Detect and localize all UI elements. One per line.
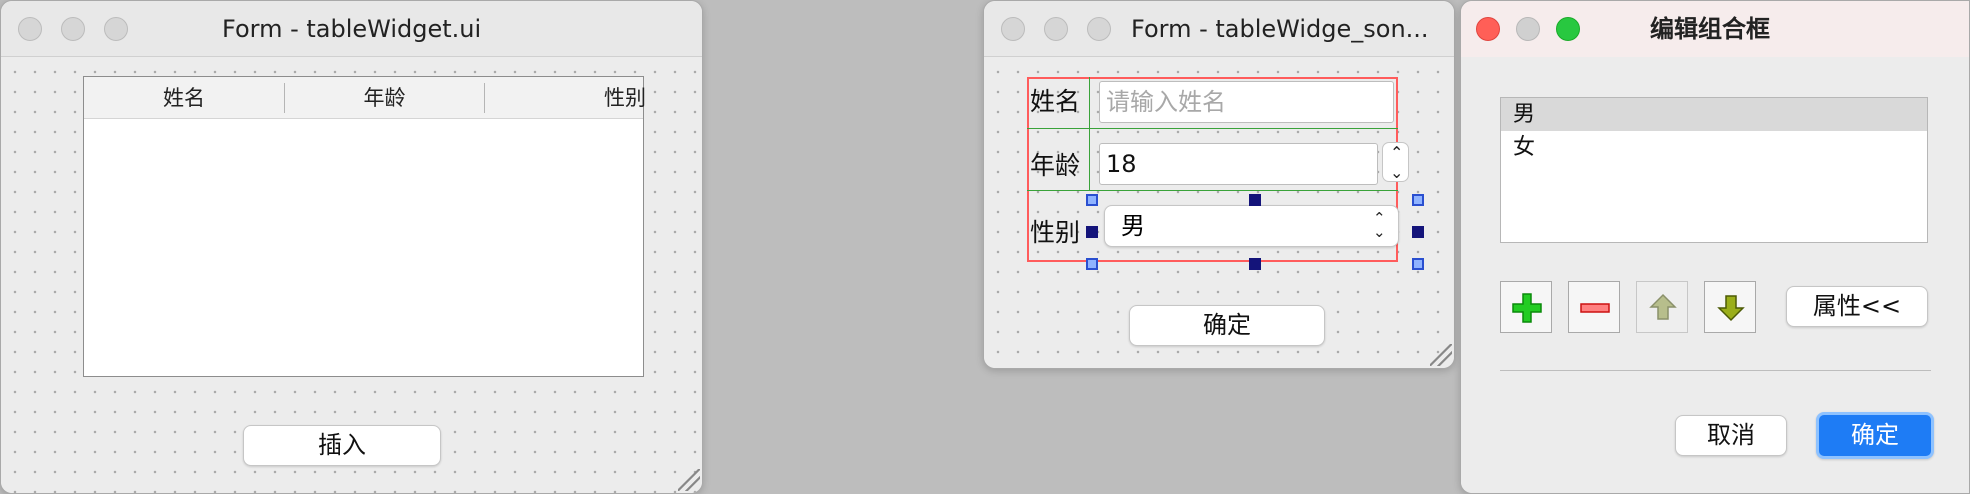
minimize-window-button[interactable]	[61, 17, 85, 41]
table-widget[interactable]: 姓名 年龄 性别	[83, 76, 646, 377]
zoom-window-button[interactable]	[1556, 17, 1580, 41]
close-window-button[interactable]	[1476, 17, 1500, 41]
title-bar[interactable]: Form - tableWidge_son...	[984, 1, 1454, 57]
ok-button[interactable]: 确定	[1129, 305, 1325, 346]
selection-handle[interactable]	[1086, 258, 1098, 270]
name-input[interactable]: 请输入姓名	[1099, 81, 1394, 123]
column-header-gender[interactable]: 性别	[604, 77, 664, 119]
insert-button[interactable]: 插入	[243, 425, 441, 466]
zoom-window-button[interactable]	[104, 17, 128, 41]
column-header-name[interactable]: 姓名	[84, 77, 284, 119]
chevron-up-icon[interactable]: ⌃	[1390, 145, 1403, 161]
name-label: 姓名	[1030, 87, 1081, 116]
column-divider[interactable]	[484, 83, 485, 113]
selection-handle[interactable]	[1086, 226, 1098, 238]
chevron-down-icon[interactable]: ⌄	[1390, 165, 1403, 181]
selection-handle[interactable]	[1412, 258, 1424, 270]
selection-handle[interactable]	[1086, 194, 1098, 206]
layout-grid-line	[1027, 128, 1398, 129]
move-up-button[interactable]	[1636, 281, 1688, 333]
move-down-button[interactable]	[1704, 281, 1756, 333]
resize-grip-icon[interactable]	[1430, 344, 1452, 366]
layout-grid-line	[1027, 190, 1398, 191]
minimize-window-button[interactable]	[1516, 17, 1540, 41]
gender-combo-box[interactable]: 男 ⌃ ⌄	[1104, 205, 1399, 247]
add-item-button[interactable]	[1500, 281, 1552, 333]
close-window-button[interactable]	[18, 17, 42, 41]
selection-handle[interactable]	[1249, 258, 1261, 270]
selection-handle[interactable]	[1412, 194, 1424, 206]
layout-grid-line	[1089, 77, 1090, 191]
gender-label: 性别	[1030, 218, 1081, 247]
form-canvas[interactable]: 姓名 年龄 性别 插入	[1, 58, 702, 493]
layout-border	[1027, 260, 1398, 262]
dialog-body: 男 女 属性<< 取消 确定	[1461, 57, 1969, 493]
add-icon	[1512, 293, 1542, 323]
table-widget-window: Form - tableWidget.ui 姓名 年龄 性别 插入	[0, 0, 703, 494]
move-down-icon	[1717, 295, 1745, 322]
age-label: 年龄	[1030, 151, 1081, 180]
edit-combo-box-dialog: 编辑组合框 男 女 属性<< 取消 确定	[1460, 0, 1970, 494]
cancel-button[interactable]: 取消	[1675, 415, 1787, 456]
move-up-icon	[1649, 293, 1677, 320]
minimize-window-button[interactable]	[1044, 17, 1068, 41]
divider	[1500, 370, 1931, 371]
column-header-age[interactable]: 年龄	[285, 77, 484, 119]
list-item[interactable]: 女	[1501, 131, 1927, 164]
properties-toggle-button[interactable]: 属性<<	[1786, 286, 1928, 327]
title-bar[interactable]: 编辑组合框	[1461, 1, 1969, 57]
gender-combo-value: 男	[1121, 212, 1145, 240]
title-bar[interactable]: Form - tableWidget.ui	[1, 1, 702, 57]
up-down-chevron-icon: ⌃ ⌄	[1373, 209, 1386, 241]
age-spinbox[interactable]: 18	[1099, 143, 1378, 185]
list-item[interactable]: 男	[1501, 98, 1927, 131]
close-window-button[interactable]	[1001, 17, 1025, 41]
selection-handle[interactable]	[1249, 194, 1261, 206]
remove-icon	[1580, 303, 1610, 313]
layout-border	[1027, 77, 1029, 262]
selection-handle[interactable]	[1412, 226, 1424, 238]
layout-border	[1027, 77, 1398, 79]
form-canvas[interactable]: 姓名 请输入姓名 年龄 18 ⌃ ⌄ 性别 男 ⌃ ⌄ 确定	[984, 58, 1454, 368]
window-title: 编辑组合框	[1650, 15, 1770, 43]
age-stepper[interactable]: ⌃ ⌄	[1382, 142, 1409, 182]
window-title: Form - tableWidget.ui	[222, 15, 482, 43]
son-form-window: Form - tableWidge_son... 姓名 请输入姓名 年龄 18 …	[983, 0, 1455, 369]
table-header: 姓名 年龄 性别	[84, 77, 646, 119]
item-list[interactable]: 男 女	[1500, 97, 1928, 243]
window-title: Form - tableWidge_son...	[1131, 15, 1429, 43]
ok-button[interactable]: 确定	[1816, 412, 1934, 459]
remove-item-button[interactable]	[1568, 281, 1620, 333]
resize-grip-icon[interactable]	[678, 469, 700, 491]
zoom-window-button[interactable]	[1087, 17, 1111, 41]
